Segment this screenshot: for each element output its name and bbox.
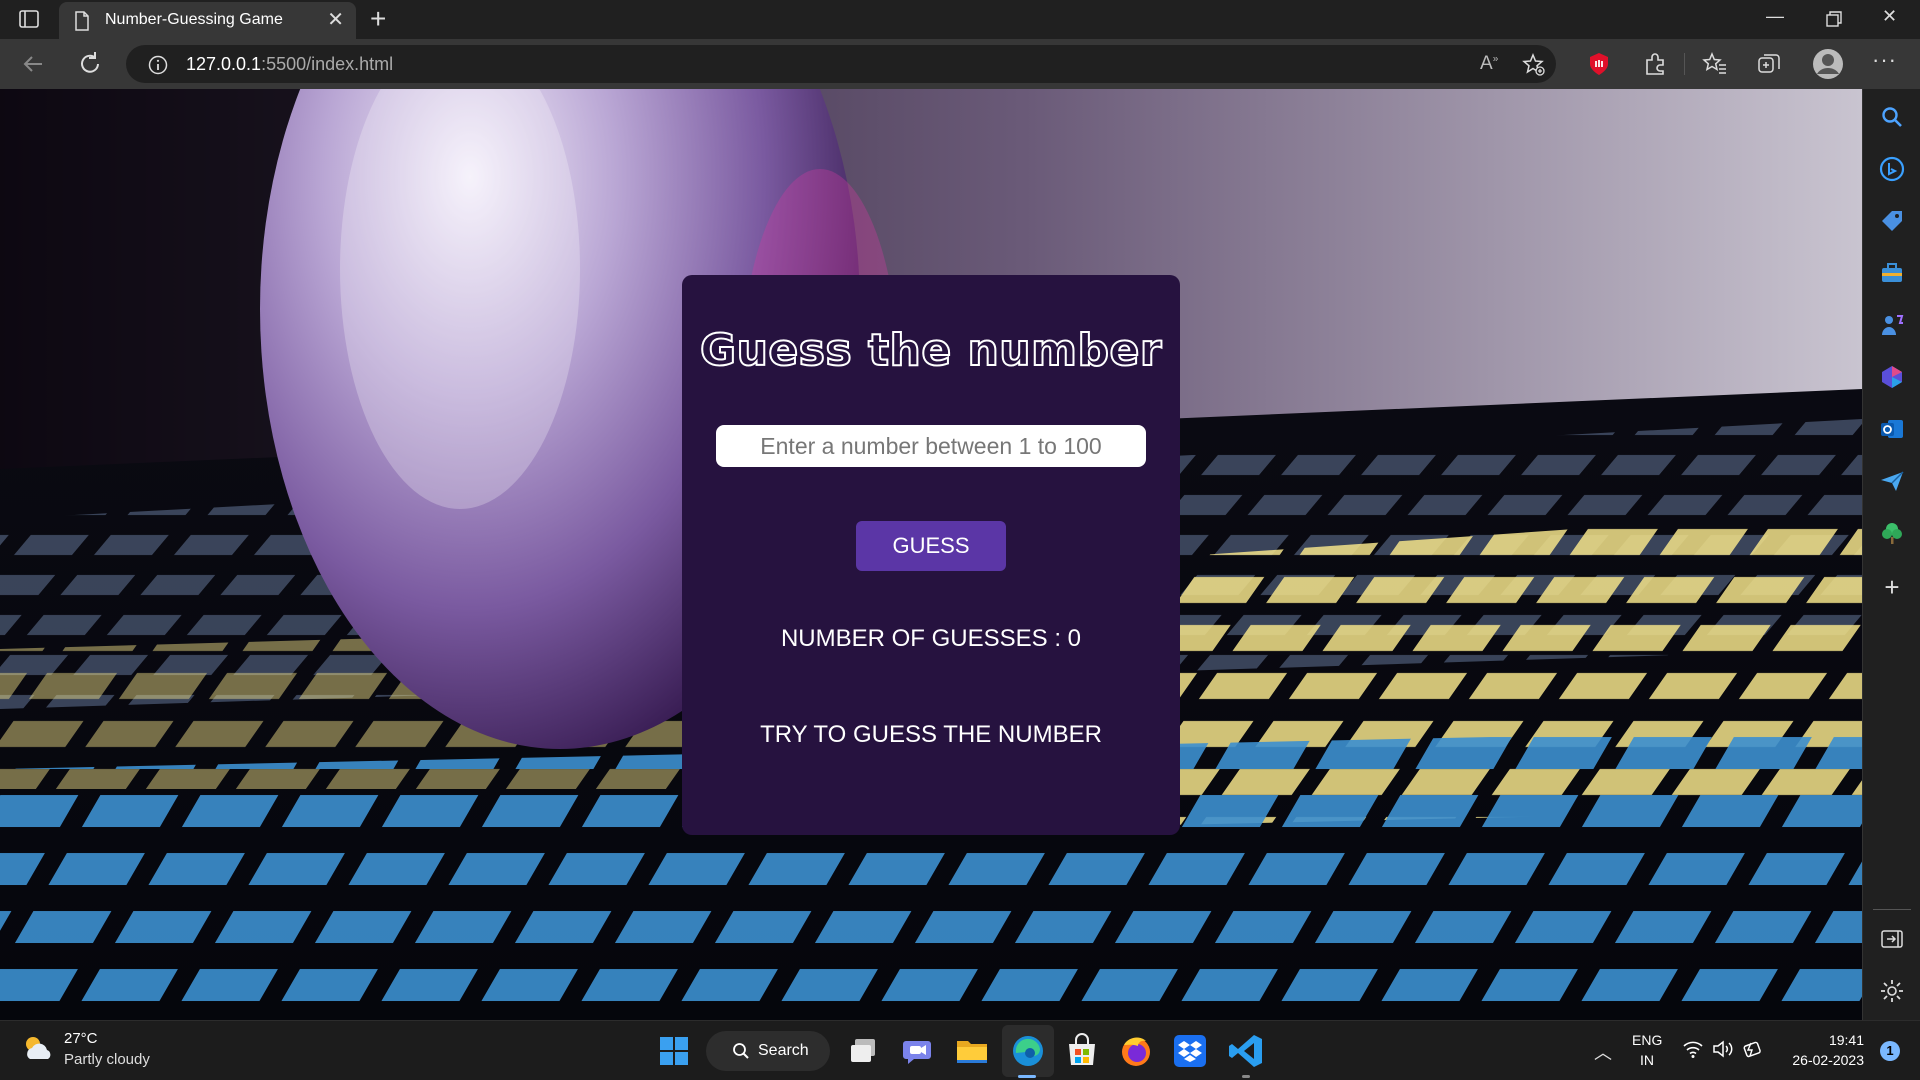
- battery-icon[interactable]: [1742, 1039, 1764, 1059]
- store-icon[interactable]: [1062, 1031, 1102, 1071]
- bing-chat-icon[interactable]: [1878, 155, 1906, 183]
- language-region[interactable]: IN: [1632, 1052, 1662, 1068]
- games-icon[interactable]: [1878, 311, 1906, 339]
- taskbar-search[interactable]: Search: [706, 1031, 830, 1071]
- dropbox-icon[interactable]: [1170, 1031, 1210, 1071]
- office-icon[interactable]: [1878, 363, 1906, 391]
- send-icon[interactable]: [1878, 467, 1906, 495]
- page-icon: [75, 11, 89, 31]
- address-bar[interactable]: 127.0.0.1:5500/index.html A»: [126, 45, 1556, 83]
- close-tab-icon[interactable]: ✕: [327, 10, 344, 30]
- guess-count-label: NUMBER OF GUESSES :: [780, 625, 1068, 652]
- teams-chat-icon[interactable]: [898, 1031, 938, 1071]
- edge-browser-icon[interactable]: [1008, 1031, 1048, 1071]
- browser-toolbar: 127.0.0.1:5500/index.html A» ···: [0, 39, 1920, 89]
- favorites-icon[interactable]: [1702, 51, 1728, 77]
- browser-tab-strip: Number-Guessing Game ✕ + — ✕: [0, 0, 1920, 39]
- tab-title: Number-Guessing Game: [105, 11, 283, 28]
- edge-sidebar: +: [1862, 89, 1920, 1020]
- guess-count-value: 0: [1067, 625, 1082, 652]
- game-card: Guess the number GUESS NUMBER OF GUESSES…: [682, 275, 1180, 835]
- hide-sidebar-icon[interactable]: [1878, 925, 1906, 953]
- weather-icon[interactable]: [20, 1031, 56, 1065]
- url-text: 127.0.0.1:5500/index.html: [186, 54, 394, 74]
- tab-actions-icon[interactable]: [18, 9, 40, 29]
- site-info-icon[interactable]: [148, 55, 168, 75]
- volume-icon[interactable]: [1712, 1039, 1734, 1059]
- minimize-icon[interactable]: —: [1766, 6, 1784, 27]
- vscode-icon[interactable]: [1226, 1031, 1266, 1071]
- file-explorer-icon[interactable]: [952, 1031, 992, 1071]
- outlook-icon[interactable]: [1878, 415, 1906, 443]
- active-app-indicator: [1018, 1075, 1036, 1078]
- status-message: TRY TO GUESS THE NUMBER: [760, 721, 1102, 748]
- tools-icon[interactable]: [1878, 259, 1906, 287]
- task-view-icon[interactable]: [844, 1031, 884, 1071]
- close-window-icon[interactable]: ✕: [1882, 6, 1897, 27]
- new-tab-icon[interactable]: +: [370, 4, 386, 34]
- refresh-icon[interactable]: [76, 50, 104, 78]
- clock-date[interactable]: 26-02-2023: [1792, 1052, 1864, 1068]
- tree-icon[interactable]: [1878, 519, 1906, 547]
- start-icon[interactable]: [654, 1031, 694, 1071]
- guess-button[interactable]: GUESS: [856, 521, 1006, 571]
- back-icon[interactable]: [20, 50, 48, 78]
- read-aloud-icon[interactable]: A»: [1480, 53, 1498, 75]
- show-hidden-icons-icon[interactable]: ︿: [1594, 1039, 1612, 1065]
- weather-temperature: 27°C: [64, 1030, 98, 1047]
- add-icon[interactable]: +: [1878, 573, 1906, 601]
- profile-avatar[interactable]: [1812, 48, 1844, 80]
- running-app-indicator: [1242, 1075, 1250, 1078]
- weather-description: Partly cloudy: [64, 1051, 150, 1068]
- more-menu-icon[interactable]: ···: [1872, 47, 1897, 73]
- windows-taskbar: 27°C Partly cloudy Search ︿ ENG IN 19:41…: [0, 1020, 1920, 1080]
- guess-input[interactable]: [716, 425, 1146, 467]
- wifi-icon[interactable]: [1682, 1039, 1704, 1059]
- clock-time[interactable]: 19:41: [1829, 1032, 1864, 1048]
- shopping-icon[interactable]: [1878, 207, 1906, 235]
- notification-badge[interactable]: 1: [1880, 1041, 1900, 1061]
- page-viewport: Guess the number GUESS NUMBER OF GUESSES…: [0, 89, 1862, 1020]
- settings-gear-icon[interactable]: [1878, 977, 1906, 1005]
- add-favorite-icon[interactable]: [1522, 53, 1546, 77]
- search-icon[interactable]: [1878, 103, 1906, 131]
- guess-count: NUMBER OF GUESSES : 0: [682, 625, 1180, 653]
- collections-icon[interactable]: [1756, 51, 1782, 77]
- firefox-icon[interactable]: [1116, 1031, 1156, 1071]
- adblock-icon[interactable]: [1586, 51, 1612, 77]
- search-label: Search: [758, 1042, 809, 1059]
- sidebar-divider: [1873, 909, 1911, 910]
- toolbar-divider: [1684, 53, 1685, 75]
- extensions-icon[interactable]: [1642, 51, 1668, 77]
- game-title: Guess the number: [699, 324, 1163, 377]
- search-icon: [733, 1043, 749, 1059]
- language-indicator[interactable]: ENG: [1632, 1032, 1662, 1048]
- restore-icon[interactable]: [1826, 11, 1842, 27]
- tab-active[interactable]: Number-Guessing Game ✕: [59, 2, 356, 39]
